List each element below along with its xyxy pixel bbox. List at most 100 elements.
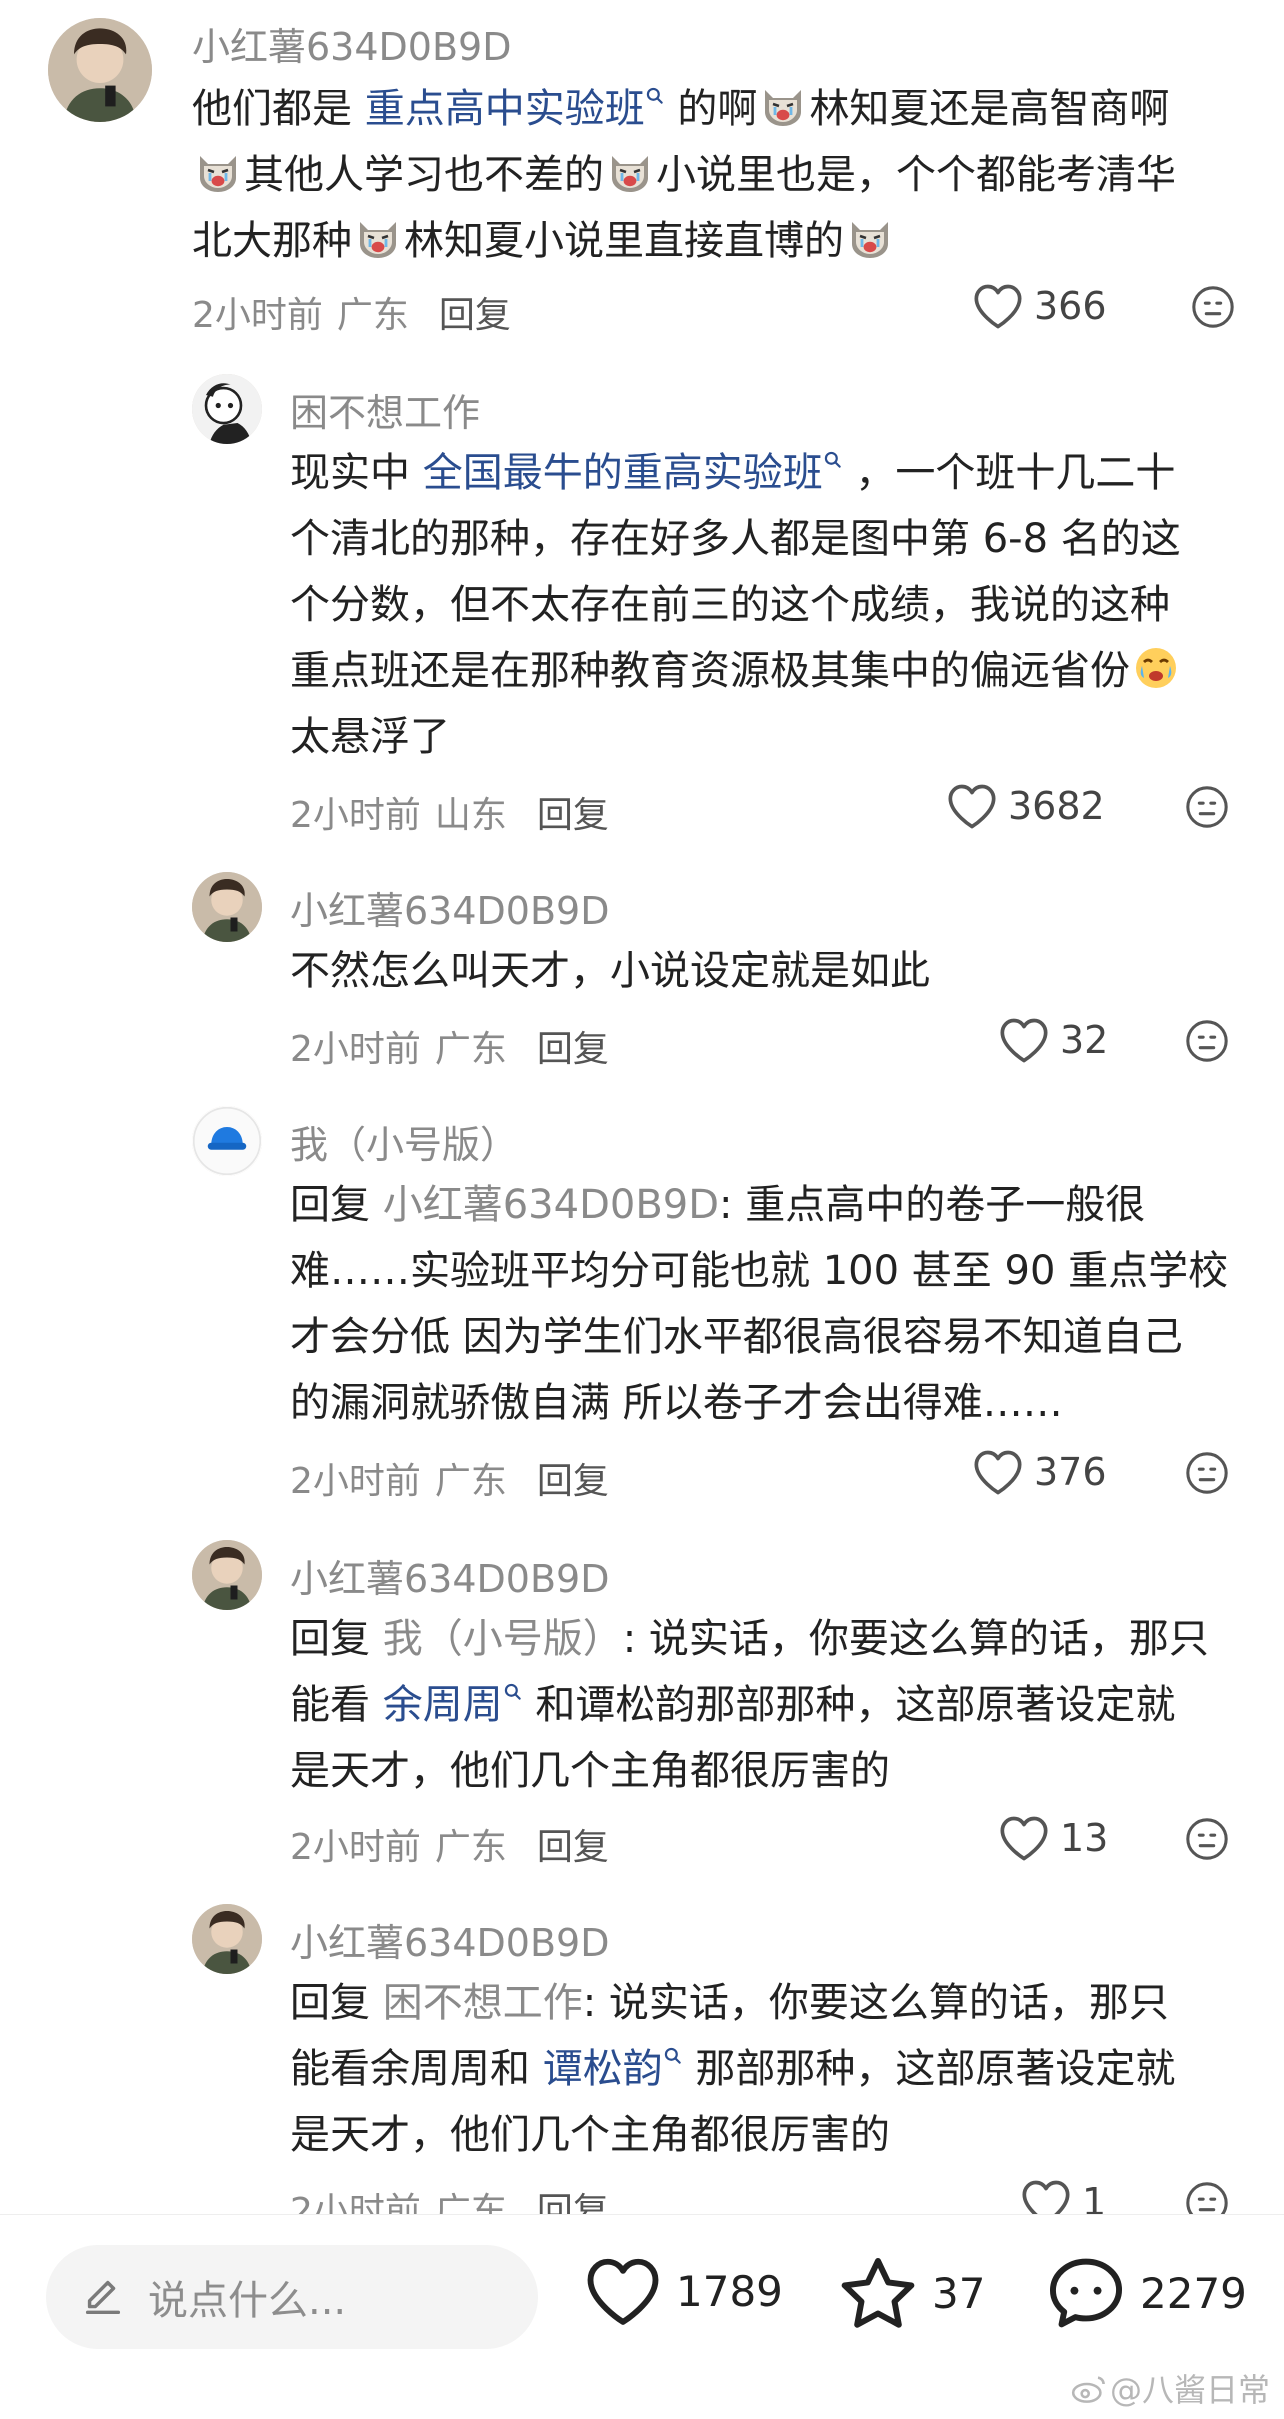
search-link-text: 谭松韵 <box>542 2046 663 2092</box>
comment-list: 小红薯634D0B9D 他们都是 重点高中实验班 的啊 林知夏还是高智商啊 其他人… <box>0 0 1284 2214</box>
more-options-button[interactable] <box>1184 1450 1230 1496</box>
heart-icon <box>587 2258 659 2325</box>
comment-meta: 2小时前 广东 回复 <box>290 1452 609 1504</box>
more-options-button[interactable] <box>1184 2180 1230 2214</box>
text-segment: 北大那种 <box>192 218 352 264</box>
heart-icon <box>1022 2180 1070 2214</box>
comment-like-button[interactable]: 13 <box>998 1814 1108 1862</box>
search-link[interactable]: 谭松韵 <box>543 2046 683 2092</box>
comment-text: 现实中 全国最牛的重高实验班 ，一个班十几二十 个清北的那种，存在好多人都是图中第… <box>290 440 1182 770</box>
comment-like-button[interactable]: 32 <box>998 1016 1108 1064</box>
search-link[interactable]: 余周周 <box>383 1682 523 1728</box>
comment-line: 其他人学习也不差的 小说里也是，个个都能考清华 <box>192 142 1176 208</box>
avatar[interactable] <box>192 872 262 942</box>
author-name[interactable]: 小红薯634D0B9D <box>290 1548 609 1603</box>
comment-input[interactable]: 说点什么... <box>46 2245 538 2349</box>
text-segment: 是天才，他们几个主角都很厉害的 <box>290 1748 890 1794</box>
comment-location: 广东 <box>434 2191 507 2214</box>
comment-like-count: 376 <box>1034 1450 1107 1494</box>
search-icon <box>664 2047 681 2064</box>
comment-line: 回复 我（小号版）: 说实话，你要这么算的话，那只 <box>290 1606 1209 1672</box>
comment-line: 是天才，他们几个主角都很厉害的 <box>290 2102 1175 2168</box>
text-segment: 的漏洞就骄傲自满 所以卷子才会出得难…… <box>290 1380 1063 1426</box>
reply-button[interactable]: 回复 <box>537 1461 609 1502</box>
crying-face-emoji-icon <box>1130 648 1182 694</box>
reply-mention[interactable]: 我（小号版） <box>383 1616 623 1662</box>
crying-cat-emoji-icon <box>757 86 809 132</box>
search-link[interactable]: 重点高中实验班 <box>365 86 665 132</box>
neutral-face-icon <box>1186 1818 1228 1860</box>
comment-like-button[interactable]: 366 <box>972 282 1107 330</box>
text-segment: 的啊 <box>664 86 758 132</box>
reply-mention[interactable]: 小红薯634D0B9D <box>383 1182 719 1228</box>
heart-icon <box>1000 1018 1048 1063</box>
comment-meta: 2小时前 广东 回复 <box>290 2182 609 2214</box>
comment-time: 2小时前 <box>290 795 421 836</box>
author-name[interactable]: 小红薯634D0B9D <box>290 880 609 935</box>
comment-line: 个分数，但不太存在前三的这个成绩，我说的这种 <box>290 572 1182 638</box>
comment-text: 回复 困不想工作: 说实话，你要这么算的话，那只能看余周周和 谭松韵 那部那种，… <box>290 1970 1175 2168</box>
crying-cat-emoji-icon <box>192 152 244 198</box>
heart-icon <box>1000 1816 1048 1861</box>
reply-button[interactable]: 回复 <box>439 295 511 336</box>
text-segment: 是天才，他们几个主角都很厉害的 <box>290 2112 890 2158</box>
avatar[interactable] <box>48 18 152 122</box>
text-segment: 那部那种，这部原著设定就 <box>682 2046 1176 2092</box>
comment-line: 回复 困不想工作: 说实话，你要这么算的话，那只 <box>290 1970 1175 2036</box>
bottom-action-bar: 说点什么... 1789 37 2279 @八酱日常 <box>0 2214 1284 2419</box>
author-name[interactable]: 小红薯634D0B9D <box>290 1912 609 1967</box>
comment-like-button[interactable]: 3682 <box>946 782 1105 830</box>
comment-like-count: 13 <box>1060 1816 1109 1860</box>
text-segment: : 重点高中的卷子一般很 <box>719 1182 1146 1228</box>
text-segment: 不然怎么叫天才，小说设定就是如此 <box>290 948 930 994</box>
more-options-button[interactable] <box>1184 784 1230 830</box>
text-segment: 太悬浮了 <box>290 714 450 760</box>
watermark: @八酱日常 <box>1070 2365 1270 2411</box>
heart-icon <box>974 284 1022 329</box>
avatar[interactable] <box>192 1904 262 1974</box>
search-icon <box>504 1683 521 1700</box>
comment-line: 太悬浮了 <box>290 704 1182 770</box>
text-segment: 重点班还是在那种教育资源极其集中的偏远省份 <box>290 648 1130 694</box>
text-segment: 难……实验班平均分可能也就 100 甚至 90 重点学校 <box>290 1248 1229 1294</box>
author-name[interactable]: 我（小号版） <box>290 1114 518 1169</box>
comment-count: 2279 <box>1140 2268 1247 2318</box>
text-segment: 小说里也是，个个都能考清华 <box>656 152 1176 198</box>
search-link-text: 重点高中实验班 <box>364 86 645 132</box>
search-icon <box>824 451 841 468</box>
more-options-button[interactable] <box>1190 284 1236 330</box>
reply-button[interactable]: 回复 <box>537 1029 609 1070</box>
crying-cat-emoji-icon <box>604 152 656 198</box>
reply-button[interactable]: 回复 <box>537 795 609 836</box>
text-segment: 能看 <box>290 1682 383 1728</box>
text-segment: 回复 <box>290 1182 383 1228</box>
comment-location: 广东 <box>434 1827 507 1868</box>
text-segment: 回复 <box>290 1980 383 2026</box>
avatar[interactable] <box>192 374 262 444</box>
reply-button[interactable]: 回复 <box>537 1827 609 1868</box>
neutral-face-icon <box>1192 286 1234 328</box>
avatar[interactable] <box>192 1540 262 1610</box>
text-segment: 现实中 <box>290 450 423 496</box>
comment-like-button[interactable]: 376 <box>972 1448 1107 1496</box>
comment-action[interactable]: 2279 <box>1046 2255 1247 2331</box>
avatar[interactable] <box>192 1106 262 1176</box>
favorite-action[interactable]: 37 <box>838 2255 985 2331</box>
more-options-button[interactable] <box>1184 1816 1230 1862</box>
text-segment: : 说实话，你要这么算的话，那只 <box>622 1616 1209 1662</box>
comment-like-button[interactable]: 1 <box>1020 2178 1106 2214</box>
like-action[interactable]: 1789 <box>584 2255 783 2327</box>
text-segment: 能看余周周和 <box>290 2046 543 2092</box>
neutral-face-icon <box>1186 2182 1228 2214</box>
search-link[interactable]: 全国最牛的重高实验班 <box>423 450 843 496</box>
comment-time: 2小时前 <box>192 295 323 336</box>
author-name[interactable]: 小红薯634D0B9D <box>192 16 511 71</box>
reply-button[interactable]: 回复 <box>537 2191 609 2214</box>
more-options-button[interactable] <box>1184 1018 1230 1064</box>
like-count: 1789 <box>676 2266 783 2316</box>
author-name[interactable]: 困不想工作 <box>290 382 480 437</box>
search-icon <box>646 87 663 104</box>
reply-mention[interactable]: 困不想工作 <box>383 1980 583 2026</box>
comment-line: 不然怎么叫天才，小说设定就是如此 <box>290 938 930 1004</box>
comment-line: 北大那种 林知夏小说里直接直博的 <box>192 208 1176 274</box>
